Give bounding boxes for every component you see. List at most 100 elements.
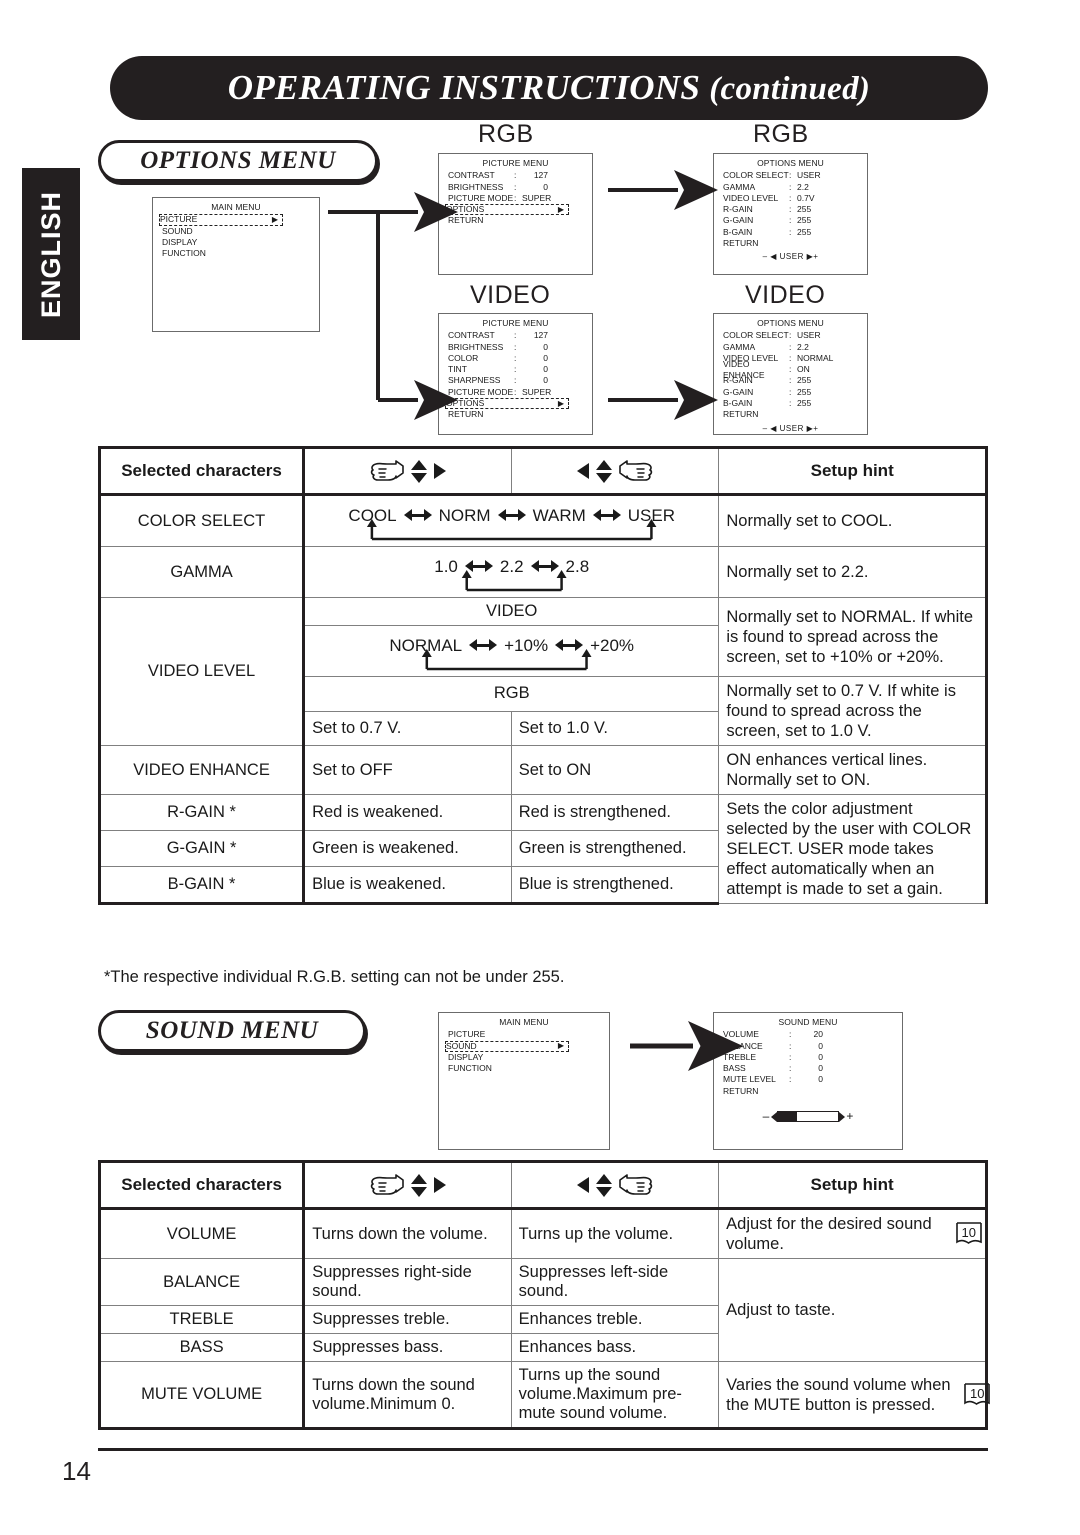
value-chain: NORMAL +10% +20% <box>312 630 711 672</box>
osd-row-value: 2.2 <box>797 181 809 192</box>
signal-type-video: VIDEO <box>303 597 720 626</box>
osd-title: SOUND MENU <box>778 1017 838 1027</box>
osd-row-sep: : <box>789 330 792 341</box>
row-value-decrease: Green is weakened. <box>303 829 512 867</box>
osd-row-r-gain: R-GAIN:255 <box>723 204 867 215</box>
table-row-mute-volume: MUTE VOLUME Turns down the sound volume.… <box>97 1361 991 1430</box>
osd-sound-menu: SOUND MENU VOLUME:20 BALANCE:0 TREBLE:0 … <box>713 1012 903 1150</box>
osd-item-label: DISPLAY <box>448 1051 484 1062</box>
hint-with-page-ref: Adjust for the desired sound volume. 10 <box>726 1214 982 1254</box>
table-row-volume: VOLUME Turns down the volume. Turns up t… <box>97 1208 988 1259</box>
osd-title: MAIN MENU <box>499 1017 549 1027</box>
osd-row-mute-level: MUTE LEVEL: 0 <box>723 1074 902 1085</box>
osd-row-sep: : <box>514 330 517 341</box>
row-label: VOLUME <box>97 1208 306 1259</box>
hand-left-arrows-icon <box>311 1172 504 1198</box>
osd-row-video-enhance: VIDEO ENHANCE: ON <box>723 359 867 380</box>
table-row-gamma: GAMMA 1.0 2.2 2.8 Normally set to 2.2. <box>97 546 988 598</box>
osd-row-picture-mode: PICTURE MODE: SUPER <box>448 193 592 204</box>
row-chain-color-select: COOL NORM WARM USER <box>303 494 720 547</box>
osd-row-balance: BALANCE: 0 <box>723 1041 902 1052</box>
screen-label-rgb-options: RGB <box>753 120 809 148</box>
row-hint-video: Normally set to NORMAL. If white is foun… <box>718 597 988 677</box>
osd-row-label: B-GAIN <box>723 226 753 237</box>
hand-pointing-right-icon <box>619 460 653 481</box>
osd-row-sep: : <box>789 364 792 375</box>
row-value-increase: Turns up the volume. <box>510 1208 720 1259</box>
osd-row-value: 0 <box>818 1063 823 1074</box>
osd-row-value: NORMAL <box>797 352 834 363</box>
minus-icon: – <box>762 1109 770 1124</box>
sound-table-body: VOLUME Turns down the volume. Turns up t… <box>97 1208 991 1430</box>
osd-row-value: 20 <box>813 1029 823 1040</box>
osd-row-g-gain: G-GAIN:255 <box>723 387 867 398</box>
plus-icon: + <box>813 252 819 262</box>
osd-row-value: 255 <box>797 375 812 386</box>
wrap-arrow-heads <box>366 519 657 528</box>
left-triangle-icon <box>577 463 590 479</box>
osd-row-b-gain: B-GAIN:255 <box>723 227 867 238</box>
sound-table-header: Selected characters Setup hint <box>97 1160 988 1210</box>
row-label: BASS <box>97 1333 306 1362</box>
row-hint-adjust-to-taste: Adjust to taste. <box>718 1258 988 1362</box>
up-down-triangles-icon <box>410 1173 427 1197</box>
row-hint: Varies the sound volume when the MUTE bu… <box>718 1361 991 1430</box>
row-hint-gain: Sets the color adjustment selected by th… <box>718 794 988 904</box>
osd-row-label: BRIGHTNESS <box>448 181 504 192</box>
osd-item-label: PICTURE <box>448 1029 486 1040</box>
osd-row-sharpness: SHARPNESS: 0 <box>448 375 592 386</box>
osd-item-picture: PICTURE ▶ <box>159 214 283 226</box>
hand-pointing-left-icon <box>370 460 404 481</box>
osd-row-brightness: BRIGHTNESS: 0 <box>448 342 592 353</box>
osd-row-volume: VOLUME: 20 <box>723 1029 902 1040</box>
osd-row-label: G-GAIN <box>723 386 754 397</box>
page-title: OPERATING INSTRUCTIONS (continued) <box>228 68 870 108</box>
osd-row-value: 127 <box>533 170 548 181</box>
osd-picture-menu-video: PICTURE MENU CONTRAST: 127 BRIGHTNESS: 0 C… <box>438 313 593 435</box>
header-setup-hint: Setup hint <box>718 446 988 496</box>
slider-fill <box>778 1112 798 1122</box>
row-value-increase: Red is strengthened. <box>510 794 720 831</box>
row-label: R-GAIN * <box>97 794 306 831</box>
osd-row-value: 255 <box>797 215 812 226</box>
osd-row-sep: : <box>789 1051 792 1062</box>
chevron-right-icon: ▶ <box>271 214 278 224</box>
table-row-video-level-video-label: VIDEO LEVEL VIDEO Normally set to NORMAL… <box>97 597 988 746</box>
osd-row-return: RETURN <box>723 1086 902 1097</box>
signal-type-rgb: RGB <box>303 676 720 712</box>
osd-row-contrast: CONTRAST: 127 <box>448 330 592 341</box>
chevron-right-icon: ▶ <box>557 204 564 214</box>
row-value-increase: Enhances treble. <box>510 1305 720 1334</box>
osd-row-return: RETURN <box>448 409 592 420</box>
row-value-increase: Enhances bass. <box>510 1333 720 1362</box>
osd-row-sep: : <box>789 204 792 215</box>
row-value-decrease: Set to 0.7 V. <box>303 710 512 746</box>
osd-adjust-mode: USER <box>779 252 804 262</box>
osd-item-label: FUNCTION <box>162 248 206 259</box>
header-decrease-keys <box>303 446 512 496</box>
osd-row-label: CONTRAST <box>448 330 495 341</box>
osd-main-menu-picture: MAIN MENU PICTURE ▶ SOUND DISPLAY FUNCTI… <box>152 197 320 332</box>
row-value-decrease: Turns down the sound volume.Minimum 0. <box>303 1361 512 1430</box>
osd-adjust-mode: USER <box>779 423 804 433</box>
header-setup-hint: Setup hint <box>718 1160 988 1210</box>
osd-row-value: 0 <box>818 1074 823 1085</box>
osd-row-label: VIDEO LEVEL <box>723 192 779 203</box>
minus-icon: – <box>762 252 768 262</box>
osd-item-sound: SOUND <box>162 226 319 237</box>
osd-row-value: USER <box>797 170 821 181</box>
header-selected-characters: Selected characters <box>97 446 306 496</box>
page-reference-number: 10 <box>961 1225 976 1240</box>
osd-volume-slider: – + <box>714 1109 902 1124</box>
osd-row-label: CONTRAST <box>448 170 495 181</box>
row-value-decrease: Suppresses treble. <box>303 1305 512 1334</box>
osd-row-sep: : <box>514 341 517 352</box>
osd-title: OPTIONS MENU <box>757 158 824 168</box>
osd-row-label: RETURN <box>448 409 484 420</box>
right-triangle-icon <box>433 463 446 479</box>
row-hint: ON enhances vertical lines. Normally set… <box>718 745 988 795</box>
osd-row-label: G-GAIN <box>723 215 754 226</box>
row-label: COLOR SELECT <box>97 494 306 547</box>
options-table-header: Selected characters Setup hint <box>97 446 988 496</box>
row-value-decrease: Suppresses right-side sound. <box>303 1258 512 1306</box>
